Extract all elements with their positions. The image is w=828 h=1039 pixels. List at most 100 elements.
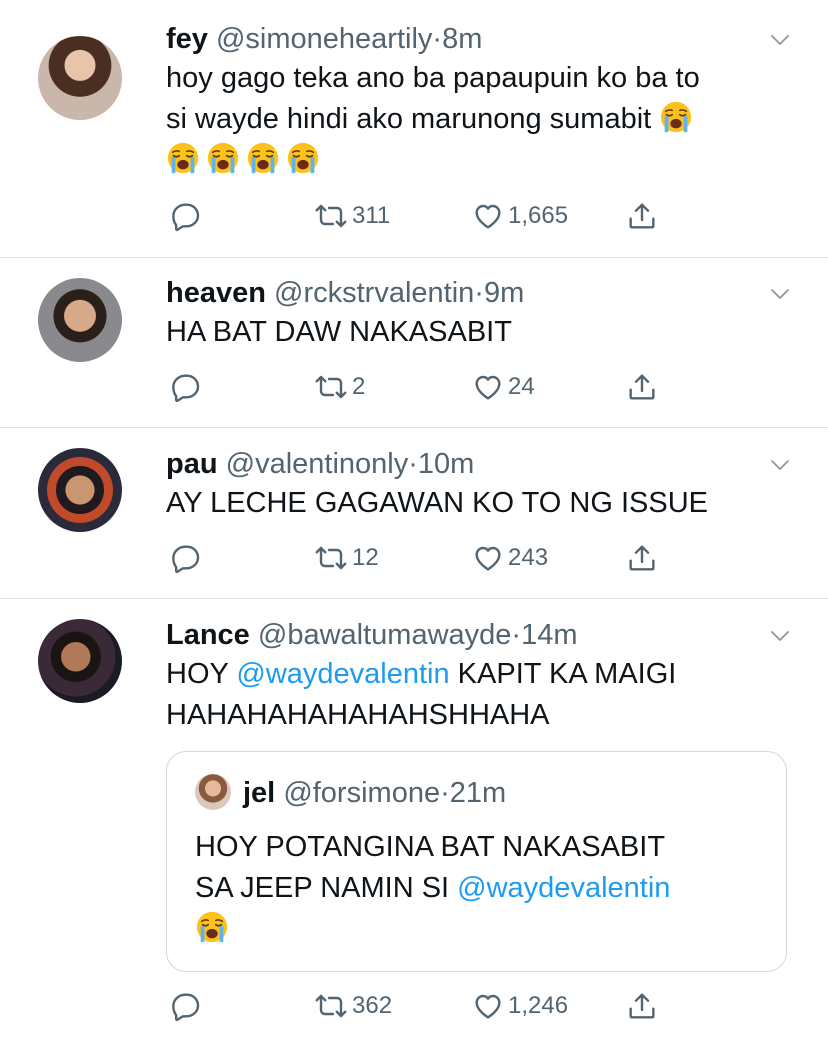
tweet-text-line: HOY @waydevalentin KAPIT KA MAIGI	[166, 654, 788, 695]
tweet-text-fragment: KAPIT KA MAIGI	[449, 658, 677, 690]
retweet-icon	[314, 371, 348, 403]
reply-button[interactable]	[170, 990, 202, 1022]
divider	[0, 257, 828, 258]
handle[interactable]: @rckstrvalentin	[274, 277, 474, 309]
reply-icon	[170, 200, 202, 232]
like-button[interactable]: 24	[472, 371, 535, 403]
share-button[interactable]	[626, 990, 658, 1022]
tweet-text-line: HAHAHAHAHAHAHSHHAHA	[166, 699, 550, 731]
divider	[0, 598, 828, 599]
loudly-crying-face-icon	[206, 141, 240, 175]
reply-button[interactable]	[170, 200, 202, 232]
like-count: 243	[508, 544, 549, 571]
display-name[interactable]: Lance	[166, 619, 250, 651]
tweet-text: hoy gago teka ano ba papaupuin ko ba to …	[166, 58, 788, 181]
tweet-header: pau @valentinonly·10m	[166, 447, 788, 481]
retweet-button[interactable]: 311	[314, 200, 390, 232]
timestamp[interactable]: 9m	[484, 277, 524, 309]
quote-timestamp[interactable]: 21m	[450, 777, 506, 809]
quote-text: HOY POTANGINA BAT NAKASABIT SA JEEP NAMI…	[195, 827, 766, 950]
emoji-line	[166, 140, 788, 181]
retweet-icon	[314, 990, 348, 1022]
share-icon	[626, 200, 658, 232]
retweet-count: 12	[352, 544, 379, 571]
retweet-button[interactable]: 12	[314, 542, 379, 574]
like-count: 24	[508, 373, 535, 400]
share-icon	[626, 542, 658, 574]
reply-icon	[170, 371, 202, 403]
like-icon	[472, 990, 504, 1022]
tweet-text-line: hoy gago teka ano ba papaupuin ko ba to	[166, 62, 700, 94]
like-button[interactable]: 1,665	[472, 200, 568, 232]
retweet-count: 2	[352, 373, 366, 400]
timestamp[interactable]: 8m	[442, 23, 482, 55]
separator: ·	[474, 277, 484, 309]
tweet-text-fragment: si wayde hindi ako marunong sumabit	[166, 103, 652, 135]
loudly-crying-face-icon	[286, 141, 320, 175]
retweet-count: 362	[352, 992, 393, 1019]
reply-icon	[170, 542, 202, 574]
like-icon	[472, 371, 504, 403]
tweet-text: AY LECHE GAGAWAN KO TO NG ISSUE	[166, 487, 709, 519]
like-icon	[472, 200, 504, 232]
divider	[0, 427, 828, 428]
timestamp[interactable]: 10m	[418, 448, 474, 480]
like-icon	[472, 542, 504, 574]
avatar[interactable]	[38, 448, 122, 532]
tweet-text: HOY @waydevalentin KAPIT KA MAIGI HAHAHA…	[166, 654, 788, 736]
avatar[interactable]	[38, 278, 122, 362]
separator: ·	[440, 777, 450, 809]
tweet-text-line: si wayde hindi ako marunong sumabit	[166, 99, 788, 140]
handle[interactable]: @simoneheartily	[216, 23, 432, 55]
retweet-count: 311	[352, 202, 391, 229]
share-button[interactable]	[626, 371, 658, 403]
share-icon	[626, 371, 658, 403]
like-button[interactable]: 1,246	[472, 990, 568, 1022]
mention-link[interactable]: @waydevalentin	[236, 658, 449, 690]
retweet-button[interactable]: 362	[314, 990, 392, 1022]
tweet-header: fey @simoneheartily·8m	[166, 22, 788, 56]
emoji-line	[195, 909, 766, 950]
retweet-button[interactable]: 2	[314, 371, 365, 403]
retweet-icon	[314, 542, 348, 574]
chevron-down-icon[interactable]	[768, 282, 792, 306]
display-name[interactable]: pau	[166, 448, 218, 480]
tweet-header: Lance @bawaltumawayde·14m	[166, 618, 788, 652]
like-button[interactable]: 243	[472, 542, 548, 574]
like-count: 1,665	[508, 202, 569, 229]
share-button[interactable]	[626, 542, 658, 574]
share-button[interactable]	[626, 200, 658, 232]
loudly-crying-face-icon	[195, 910, 229, 944]
retweet-icon	[314, 200, 348, 232]
timestamp[interactable]: 14m	[521, 619, 577, 651]
like-count: 1,246	[508, 992, 569, 1019]
loudly-crying-face-icon	[166, 141, 200, 175]
quoted-tweet[interactable]: jel @forsimone·21m HOY POTANGINA BAT NAK…	[166, 751, 787, 972]
separator: ·	[511, 619, 522, 651]
quote-text-line: SA JEEP NAMIN SI @waydevalentin	[195, 868, 766, 909]
chevron-down-icon[interactable]	[768, 28, 792, 52]
handle[interactable]: @bawaltumawayde	[258, 619, 512, 651]
mention-link[interactable]: @waydevalentin	[457, 872, 670, 904]
quote-avatar[interactable]	[195, 774, 231, 810]
display-name[interactable]: fey	[166, 23, 208, 55]
quote-header: jel @forsimone·21m	[243, 776, 506, 810]
quote-handle[interactable]: @forsimone	[283, 777, 440, 809]
avatar[interactable]	[38, 619, 122, 703]
tweet-text-fragment: HOY	[166, 658, 237, 690]
tweet-header: heaven @rckstrvalentin·9m	[166, 276, 788, 310]
handle[interactable]: @valentinonly	[226, 448, 409, 480]
avatar[interactable]	[38, 36, 122, 120]
chevron-down-icon[interactable]	[768, 624, 792, 648]
reply-button[interactable]	[170, 371, 202, 403]
quote-text-fragment: SA JEEP NAMIN SI	[195, 872, 458, 904]
share-icon	[626, 990, 658, 1022]
separator: ·	[408, 448, 418, 480]
tweet-text: HA BAT DAW NAKASABIT	[166, 316, 512, 348]
reply-button[interactable]	[170, 542, 202, 574]
chevron-down-icon[interactable]	[768, 453, 792, 477]
display-name[interactable]: heaven	[166, 277, 266, 309]
quote-display-name[interactable]: jel	[243, 777, 275, 809]
quote-text-line: HOY POTANGINA BAT NAKASABIT	[195, 831, 666, 863]
reply-icon	[170, 990, 202, 1022]
